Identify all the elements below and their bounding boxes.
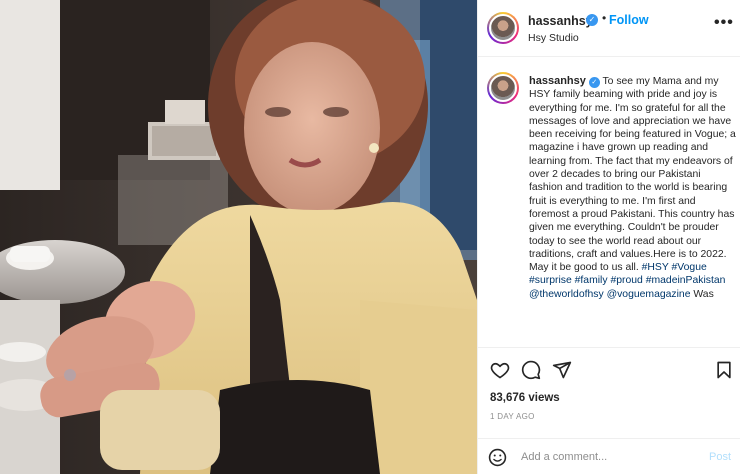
view-count[interactable]: 83,676 views xyxy=(490,392,560,404)
hashtag[interactable]: #surprise xyxy=(529,275,572,286)
mention[interactable]: @theworldofhsy xyxy=(529,289,604,300)
caption-text: To see my Mama and my HSY family beaming… xyxy=(529,76,736,274)
caption-text-block: hassanhsy ✓ To see my Mama and my HSY fa… xyxy=(529,75,736,301)
comment-icon[interactable] xyxy=(521,360,541,380)
more-options-icon[interactable]: ••• xyxy=(714,14,734,32)
video-frame-image xyxy=(0,0,477,474)
author-username[interactable]: hassanhsy xyxy=(528,14,593,28)
author-avatar[interactable] xyxy=(487,12,519,44)
hashtag[interactable]: #family xyxy=(575,275,608,286)
hashtag[interactable]: #HSY xyxy=(642,262,669,273)
caption-verified-icon: ✓ xyxy=(588,77,600,88)
share-icon[interactable] xyxy=(552,360,572,380)
caption-username[interactable]: hassanhsy xyxy=(529,75,586,87)
emoji-icon[interactable] xyxy=(488,448,507,467)
comment-input[interactable] xyxy=(521,449,701,465)
post-video[interactable] xyxy=(0,0,477,474)
post-comment-button[interactable]: Post xyxy=(709,451,731,463)
follow-button[interactable]: Follow xyxy=(609,13,649,27)
action-bar xyxy=(478,347,740,389)
caption-trailing-text: Was xyxy=(693,288,714,300)
hashtag[interactable]: #proud xyxy=(610,275,642,286)
hashtag[interactable]: #Vogue xyxy=(672,262,707,273)
mention[interactable]: @voguemagazine xyxy=(607,289,691,300)
post-location[interactable]: Hsy Studio xyxy=(528,32,579,44)
comment-bar: Post xyxy=(478,438,740,474)
bookmark-icon[interactable] xyxy=(714,360,734,380)
hashtag[interactable]: #madeinPakistan xyxy=(646,275,726,286)
post-timestamp[interactable]: 1 DAY AGO xyxy=(490,412,535,421)
caption-author-avatar[interactable] xyxy=(487,72,519,104)
caption-area[interactable]: hassanhsy ✓ To see my Mama and my HSY fa… xyxy=(478,58,740,346)
post-header: hassanhsy ✓ • Follow Hsy Studio ••• xyxy=(478,0,740,57)
heart-icon[interactable] xyxy=(490,360,510,380)
header-separator: • xyxy=(602,11,607,25)
post-side-panel: hassanhsy ✓ • Follow Hsy Studio ••• hass… xyxy=(477,0,740,474)
verified-badge-icon: ✓ xyxy=(586,14,598,26)
